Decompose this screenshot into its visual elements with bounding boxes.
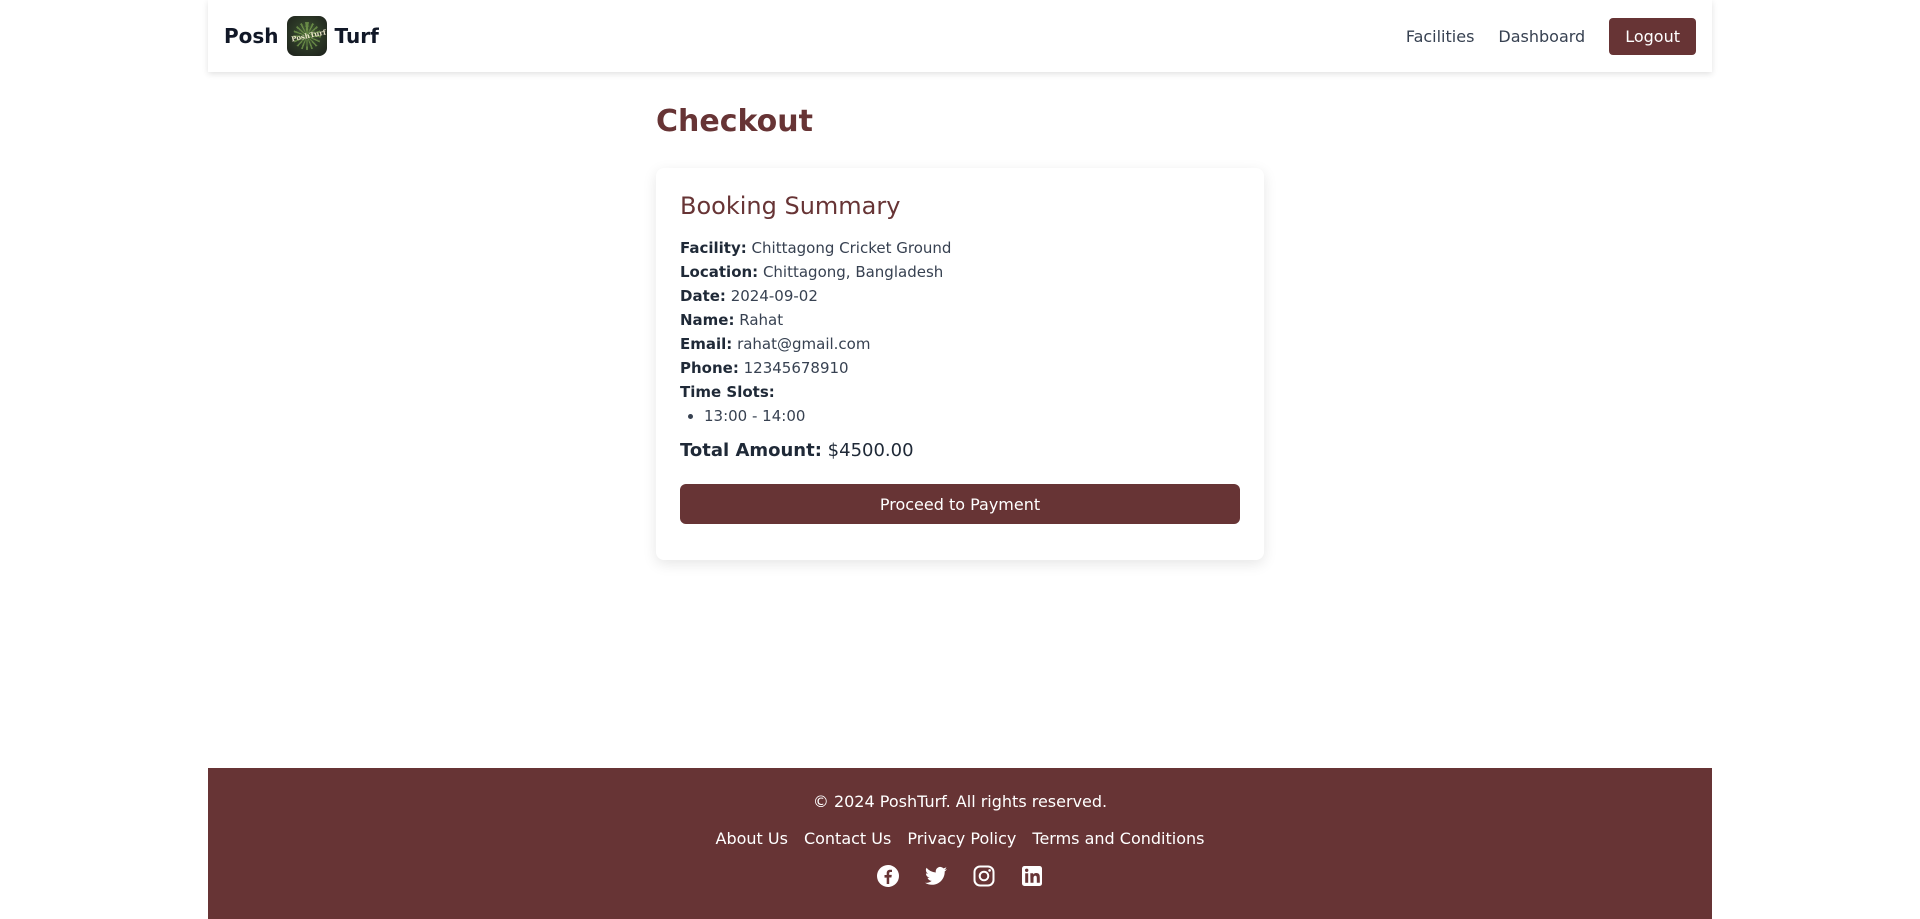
facebook-icon[interactable]: [876, 864, 900, 888]
navbar: Posh PoshTurf Turf Facilities Dashboard …: [208, 0, 1712, 72]
instagram-icon[interactable]: [972, 864, 996, 888]
footer-contact-link[interactable]: Contact Us: [804, 829, 891, 848]
footer-terms-link[interactable]: Terms and Conditions: [1032, 829, 1204, 848]
time-slots-label: Time Slots:: [680, 383, 775, 401]
footer-links: About Us Contact Us Privacy Policy Terms…: [208, 829, 1712, 848]
date-row: Date: 2024-09-02: [680, 287, 818, 305]
name-value: Rahat: [739, 311, 784, 329]
logout-button[interactable]: Logout: [1609, 17, 1696, 55]
total-amount: Total Amount: $4500.00: [680, 440, 914, 461]
brand[interactable]: Posh PoshTurf Turf: [224, 16, 379, 56]
logo-icon: PoshTurf: [286, 16, 327, 56]
booking-summary-title: Booking Summary: [680, 192, 901, 220]
copyright-text: © 2024 PoshTurf. All rights reserved.: [812, 792, 1108, 811]
proceed-to-payment-button[interactable]: Proceed to Payment: [680, 484, 1240, 524]
linkedin-icon[interactable]: [1020, 864, 1044, 888]
list-item: 13:00 - 14:00: [704, 404, 1240, 428]
location-row: Location: Chittagong, Bangladesh: [680, 263, 944, 281]
facility-value: Chittagong Cricket Ground: [751, 239, 952, 257]
location-value: Chittagong, Bangladesh: [762, 263, 944, 281]
nav-facilities-link[interactable]: Facilities: [1406, 27, 1475, 46]
email-value: rahat@gmail.com: [737, 335, 871, 353]
name-row: Name: Rahat: [680, 311, 784, 329]
brand-text-left: Posh: [224, 24, 279, 48]
nav-dashboard-link[interactable]: Dashboard: [1498, 27, 1585, 46]
page-title: Checkout: [656, 104, 813, 139]
footer: © 2024 PoshTurf. All rights reserved. Ab…: [208, 768, 1712, 919]
facility-row: Facility: Chittagong Cricket Ground: [680, 239, 952, 257]
phone-value: 12345678910: [743, 359, 849, 377]
total-value: $4500.00: [827, 440, 914, 461]
date-value: 2024-09-02: [730, 287, 818, 305]
footer-about-link[interactable]: About Us: [716, 829, 788, 848]
booking-summary-card: Booking Summary Facility: Chittagong Cri…: [656, 168, 1264, 560]
footer-privacy-link[interactable]: Privacy Policy: [907, 829, 1016, 848]
email-row: Email: rahat@gmail.com: [680, 335, 871, 353]
time-slots-list: 13:00 - 14:00: [680, 404, 1240, 428]
social-links: [208, 864, 1712, 888]
twitter-icon[interactable]: [924, 864, 948, 888]
brand-text-right: Turf: [334, 24, 379, 48]
phone-row: Phone: 12345678910: [680, 359, 849, 377]
nav-links: Facilities Dashboard Logout: [1406, 17, 1696, 55]
